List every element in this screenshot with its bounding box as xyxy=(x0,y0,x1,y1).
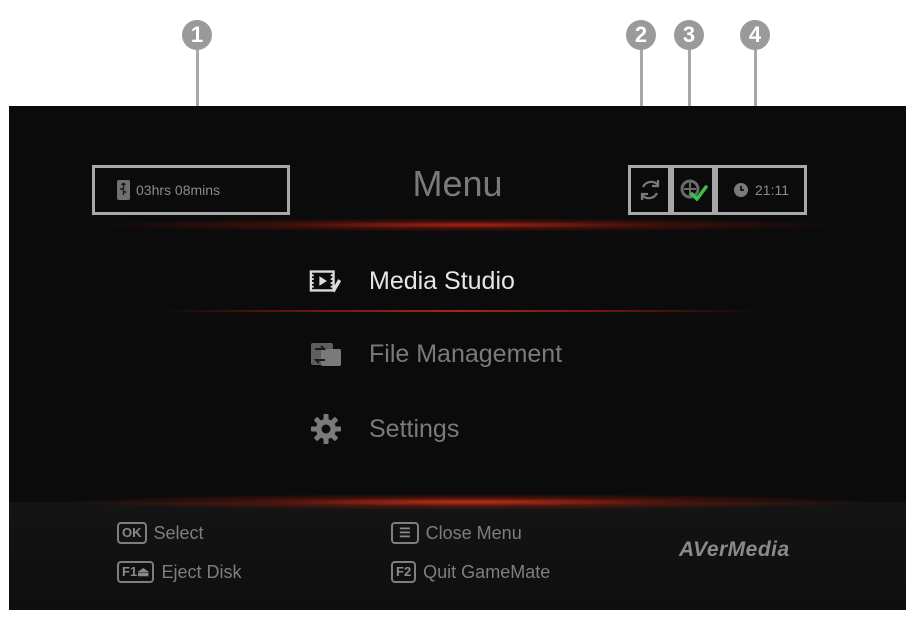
menu-item-label: Settings xyxy=(369,414,460,443)
hint-label: Select xyxy=(153,522,204,543)
menu-item-media-studio[interactable]: Media Studio xyxy=(309,266,515,296)
footer-glow xyxy=(69,494,869,510)
callout-4: 4 xyxy=(740,20,770,50)
sync-status xyxy=(628,165,671,215)
avermedia-logo: AVerMedia xyxy=(679,538,790,561)
hint-select: OK Select xyxy=(117,522,204,544)
hint-close-menu: ☰ Close Menu xyxy=(391,522,522,544)
ok-key-icon: OK xyxy=(117,522,147,544)
menu-key-icon: ☰ xyxy=(391,522,419,544)
menu-item-file-management[interactable]: File Management xyxy=(309,339,562,369)
connection-check-icon xyxy=(680,179,708,202)
menu-item-label: Media Studio xyxy=(369,266,515,295)
menu-separator xyxy=(159,310,759,312)
hint-label: Quit GameMate xyxy=(423,561,551,582)
header-glow xyxy=(89,218,849,232)
callout-2: 2 xyxy=(626,20,656,50)
file-management-icon xyxy=(309,339,343,369)
clock-text: 21:11 xyxy=(755,182,789,198)
clock-icon xyxy=(734,183,748,197)
menu-screen: 03hrs 08mins Menu 21:11 Media Studio Fil… xyxy=(9,106,906,610)
f2-key-icon: F2 xyxy=(391,561,417,583)
gear-icon xyxy=(309,414,343,444)
callout-1: 1 xyxy=(182,20,212,50)
connection-status xyxy=(671,165,715,215)
hint-quit-gamemate: F2 Quit GameMate xyxy=(391,561,550,583)
menu-item-label: File Management xyxy=(369,339,563,368)
clock-status: 21:11 xyxy=(715,165,807,215)
callout-3: 3 xyxy=(674,20,704,50)
hint-label: Eject Disk xyxy=(161,561,242,582)
f1-key-icon: F1⏏ xyxy=(117,561,155,583)
hint-eject-disk: F1⏏ Eject Disk xyxy=(117,561,241,583)
hint-label: Close Menu xyxy=(425,522,522,543)
media-studio-icon xyxy=(309,266,343,296)
menu-item-settings[interactable]: Settings xyxy=(309,414,459,444)
sync-icon xyxy=(640,180,659,200)
